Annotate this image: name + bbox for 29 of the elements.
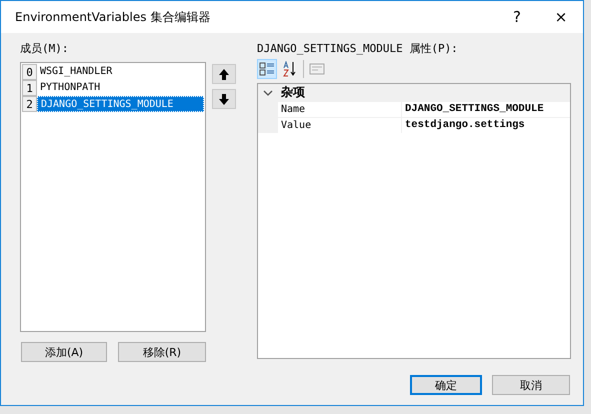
member-item[interactable]: PYTHONPATH: [37, 80, 204, 96]
sort-az-icon: [282, 61, 298, 77]
remove-button[interactable]: 移除(R): [118, 342, 206, 362]
property-value[interactable]: DJANGO_SETTINGS_MODULE: [402, 102, 570, 117]
index-cell: 1: [22, 80, 37, 96]
move-up-button[interactable]: [212, 64, 236, 84]
properties-label: DJANGO_SETTINGS_MODULE 属性(P):: [257, 41, 459, 57]
help-button[interactable]: ?: [495, 2, 539, 32]
down-arrow-icon: [219, 94, 229, 104]
categorized-icon: [259, 62, 275, 76]
index-cell: 2: [22, 96, 37, 112]
category-name: 杂项: [281, 84, 305, 101]
property-name: Name: [278, 102, 402, 117]
index-cell: 0: [22, 64, 37, 80]
up-arrow-icon: [219, 68, 229, 80]
member-item[interactable]: DJANGO_SETTINGS_MODULE: [37, 96, 204, 112]
move-down-button[interactable]: [212, 89, 236, 109]
cancel-button[interactable]: 取消: [492, 375, 570, 395]
close-button[interactable]: ×: [539, 2, 583, 32]
ok-button[interactable]: 确定: [410, 375, 482, 395]
caret-icon[interactable]: [263, 88, 273, 98]
member-item[interactable]: WSGI_HANDLER: [37, 64, 204, 80]
add-button[interactable]: 添加(A): [21, 342, 107, 362]
window-title: EnvironmentVariables 集合编辑器: [15, 8, 212, 26]
categorized-button[interactable]: [257, 59, 277, 79]
property-value[interactable]: testdjango.settings: [402, 118, 570, 133]
property-name: Value: [278, 118, 402, 133]
members-label: 成员(M):: [20, 41, 70, 57]
property-pages-icon: [309, 62, 325, 76]
